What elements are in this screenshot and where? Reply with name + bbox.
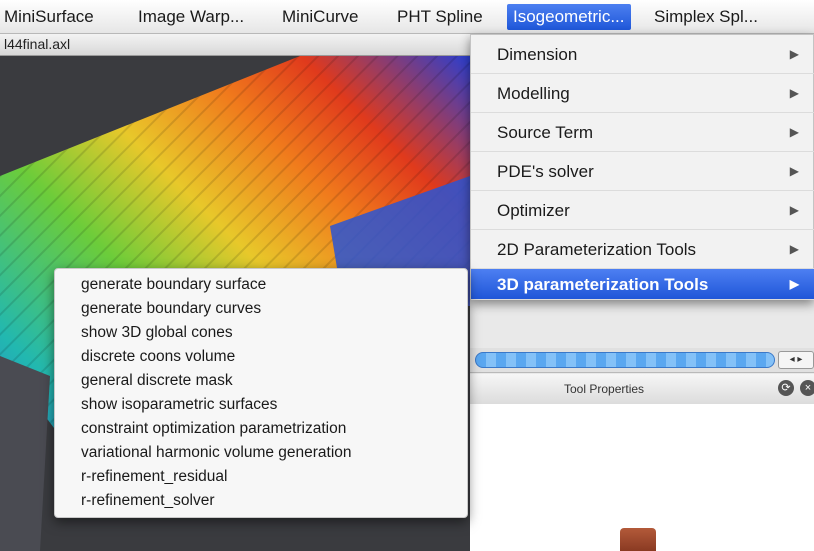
3d-parameterization-submenu: generate boundary surface generate bound… bbox=[54, 268, 468, 518]
submenu-arrow-icon: ▶ bbox=[789, 203, 799, 217]
menu-simplex-spline[interactable]: Simplex Spl... bbox=[654, 6, 758, 28]
refresh-icon[interactable]: ⟳ bbox=[778, 380, 794, 396]
submenu-item-show-3d-global-cones[interactable]: show 3D global cones bbox=[81, 321, 233, 345]
submenu-item-generate-boundary-curves[interactable]: generate boundary curves bbox=[81, 297, 261, 321]
menu-item-optimizer[interactable]: Optimizer ▶ bbox=[471, 191, 814, 230]
submenu-item-constraint-optimization[interactable]: constraint optimization parametrization bbox=[81, 417, 346, 441]
object-thumbnail bbox=[620, 528, 656, 551]
menu-item-label: Dimension bbox=[497, 45, 578, 64]
document-title: l44final.axl bbox=[4, 36, 71, 52]
tool-properties-title: Tool Properties bbox=[564, 382, 645, 396]
submenu-arrow-icon: ▶ bbox=[789, 86, 799, 100]
menu-item-label: PDE's solver bbox=[497, 162, 594, 181]
menu-item-label: Source Term bbox=[497, 123, 594, 142]
menu-bar: MiniSurface Image Warp... MiniCurve PHT … bbox=[0, 0, 814, 34]
menu-item-label: Modelling bbox=[497, 84, 570, 103]
menu-item-2d-parameterization[interactable]: 2D Parameterization Tools ▶ bbox=[471, 230, 814, 269]
submenu-item-generate-boundary-surface[interactable]: generate boundary surface bbox=[81, 273, 266, 297]
menu-item-label: 3D parameterization Tools bbox=[497, 275, 709, 294]
submenu-item-variational-harmonic-volume[interactable]: variational harmonic volume generation bbox=[81, 441, 352, 465]
menu-item-label: Optimizer bbox=[497, 201, 570, 220]
submenu-item-r-refinement-residual[interactable]: r-refinement_residual bbox=[81, 465, 227, 489]
close-icon[interactable]: × bbox=[800, 380, 814, 396]
menu-minisurface[interactable]: MiniSurface bbox=[4, 6, 94, 28]
menu-isogeometric[interactable]: Isogeometric... bbox=[507, 4, 631, 30]
menu-item-modelling[interactable]: Modelling ▶ bbox=[471, 74, 814, 113]
menu-item-label: 2D Parameterization Tools bbox=[497, 240, 697, 259]
menu-item-pde-solver[interactable]: PDE's solver ▶ bbox=[471, 152, 814, 191]
submenu-arrow-icon: ▶ bbox=[789, 242, 799, 256]
submenu-arrow-icon: ▶ bbox=[789, 277, 799, 291]
submenu-item-r-refinement-solver[interactable]: r-refinement_solver bbox=[81, 489, 215, 513]
stepper-control[interactable]: ◂ ▸ bbox=[778, 351, 814, 369]
submenu-arrow-icon: ▶ bbox=[789, 125, 799, 139]
submenu-arrow-icon: ▶ bbox=[789, 47, 799, 61]
submenu-arrow-icon: ▶ bbox=[789, 164, 799, 178]
menu-item-3d-parameterization[interactable]: 3D parameterization Tools ▶ bbox=[471, 269, 814, 300]
menu-pht-spline[interactable]: PHT Spline bbox=[397, 6, 483, 28]
submenu-item-general-discrete-mask[interactable]: general discrete mask bbox=[81, 369, 233, 393]
menu-item-source-term[interactable]: Source Term ▶ bbox=[471, 113, 814, 152]
menu-item-dimension[interactable]: Dimension ▶ bbox=[471, 35, 814, 74]
menu-minicurve[interactable]: MiniCurve bbox=[282, 6, 359, 28]
tool-properties-header: Tool Properties ⟳ × bbox=[470, 374, 814, 405]
document-title-bar: l44final.axl bbox=[0, 34, 470, 56]
isogeometric-dropdown: Dimension ▶ Modelling ▶ Source Term ▶ PD… bbox=[470, 34, 814, 300]
menu-image-warp[interactable]: Image Warp... bbox=[138, 6, 244, 28]
progress-slider[interactable] bbox=[475, 352, 775, 368]
submenu-item-discrete-coons-volume[interactable]: discrete coons volume bbox=[81, 345, 235, 369]
submenu-item-show-isoparametric-surfaces[interactable]: show isoparametric surfaces bbox=[81, 393, 277, 417]
